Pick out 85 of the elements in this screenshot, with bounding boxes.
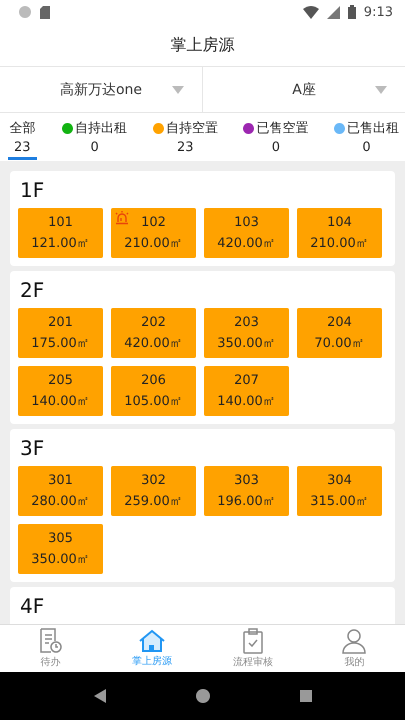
unit-number: 305: [48, 530, 73, 546]
filter-label: 已售出租: [346, 120, 399, 137]
unit-tile[interactable]: 205 140.00㎡: [18, 366, 103, 416]
unit-tile[interactable]: 103 420.00㎡: [204, 208, 289, 258]
filter-count: 0: [90, 140, 99, 157]
unit-number: 302: [141, 472, 166, 488]
caret-icon: [172, 86, 184, 94]
status-filter-tab[interactable]: 自持出租 0: [62, 119, 128, 157]
unit-tile[interactable]: 206 105.00㎡: [111, 366, 196, 416]
unit-tile[interactable]: 101 121.00㎡: [18, 208, 103, 258]
unit-tile[interactable]: 302 259.00㎡: [111, 466, 196, 516]
unit-area: 210.00㎡: [124, 234, 183, 252]
unit-tile[interactable]: 201 175.00㎡: [18, 308, 103, 358]
unit-area: 140.00㎡: [217, 392, 276, 410]
clipboard-check-icon: [242, 628, 264, 654]
battery-icon: [348, 5, 356, 19]
filter-label: 已售空置: [256, 120, 308, 137]
unit-number: 101: [48, 214, 73, 230]
filter-label: 全部: [9, 120, 36, 137]
unit-tile[interactable]: 207 140.00㎡: [204, 366, 289, 416]
floor-label: 3F: [20, 435, 44, 461]
unit-tile[interactable]: 303 196.00㎡: [204, 466, 289, 516]
unit-tile[interactable]: 301 280.00㎡: [18, 466, 103, 516]
nav-tab[interactable]: 我的: [304, 625, 405, 672]
clock: 9:13: [364, 4, 393, 20]
unit-number: 202: [141, 314, 166, 330]
unit-number: 204: [327, 314, 352, 330]
person-icon: [341, 628, 368, 654]
unit-tile[interactable]: 102 210.00㎡: [111, 208, 196, 258]
unit-number: 304: [327, 472, 352, 488]
status-filter-tab[interactable]: 已售空置 0: [243, 119, 308, 157]
unit-area: 121.00㎡: [31, 234, 90, 252]
unit-area: 210.00㎡: [310, 234, 369, 252]
filter-count: 0: [362, 140, 371, 157]
unit-tile[interactable]: 304 315.00㎡: [297, 466, 382, 516]
unit-tile[interactable]: 204 70.00㎡: [297, 308, 382, 358]
unit-area: 175.00㎡: [31, 334, 90, 352]
floor-label: 4F: [20, 593, 44, 619]
filter-count: 0: [272, 140, 280, 157]
sd-card-icon: [40, 6, 50, 18]
unit-number: 201: [48, 314, 73, 330]
recents-icon[interactable]: [300, 690, 312, 702]
unit-number: 301: [48, 472, 73, 488]
document-clock-icon: [38, 628, 63, 654]
unit-area: 196.00㎡: [217, 492, 276, 510]
unit-area: 280.00㎡: [31, 492, 90, 510]
unit-area: 315.00㎡: [310, 492, 369, 510]
unit-tile[interactable]: 203 350.00㎡: [204, 308, 289, 358]
unit-area: 259.00㎡: [124, 492, 183, 510]
unit-number: 104: [327, 214, 352, 230]
house-icon: [138, 629, 165, 653]
unit-area: 420.00㎡: [124, 334, 183, 352]
caret-icon: [375, 86, 387, 94]
page-title: 掌上房源: [170, 34, 234, 56]
home-icon[interactable]: [196, 689, 210, 703]
unit-tile[interactable]: 305 350.00㎡: [18, 524, 103, 574]
unit-area: 140.00㎡: [31, 392, 90, 410]
filter-label: 自持空置: [166, 120, 218, 137]
unit-tile[interactable]: 104 210.00㎡: [297, 208, 382, 258]
status-circle-icon: [18, 5, 32, 19]
floor-label: 1F: [20, 177, 44, 203]
unit-area: 70.00㎡: [314, 334, 365, 352]
nav-tab[interactable]: 流程审核: [202, 625, 304, 672]
alarm-light-icon: [114, 210, 130, 225]
unit-number: 203: [234, 314, 259, 330]
unit-number: 207: [234, 372, 259, 388]
unit-area: 350.00㎡: [31, 550, 90, 568]
unit-number: 206: [141, 372, 166, 388]
unit-area: 105.00㎡: [124, 392, 183, 410]
filter-count: 23: [176, 140, 194, 157]
unit-number: 303: [234, 472, 259, 488]
back-icon[interactable]: [94, 689, 106, 703]
unit-area: 420.00㎡: [217, 234, 276, 252]
unit-number: 102: [141, 214, 166, 230]
unit-number: 103: [234, 214, 259, 230]
status-filter-tab[interactable]: 已售出租 0: [334, 119, 399, 157]
filter-label: 自持出租: [75, 120, 128, 137]
unit-tile[interactable]: 202 420.00㎡: [111, 308, 196, 358]
wifi-icon: [302, 6, 319, 18]
floor-label: 2F: [20, 277, 44, 303]
unit-number: 205: [48, 372, 73, 388]
nav-tab[interactable]: 待办: [0, 625, 102, 672]
unit-area: 350.00㎡: [217, 334, 276, 352]
status-filter-tab[interactable]: 自持空置 23: [152, 119, 218, 157]
signal-icon: [326, 6, 340, 18]
